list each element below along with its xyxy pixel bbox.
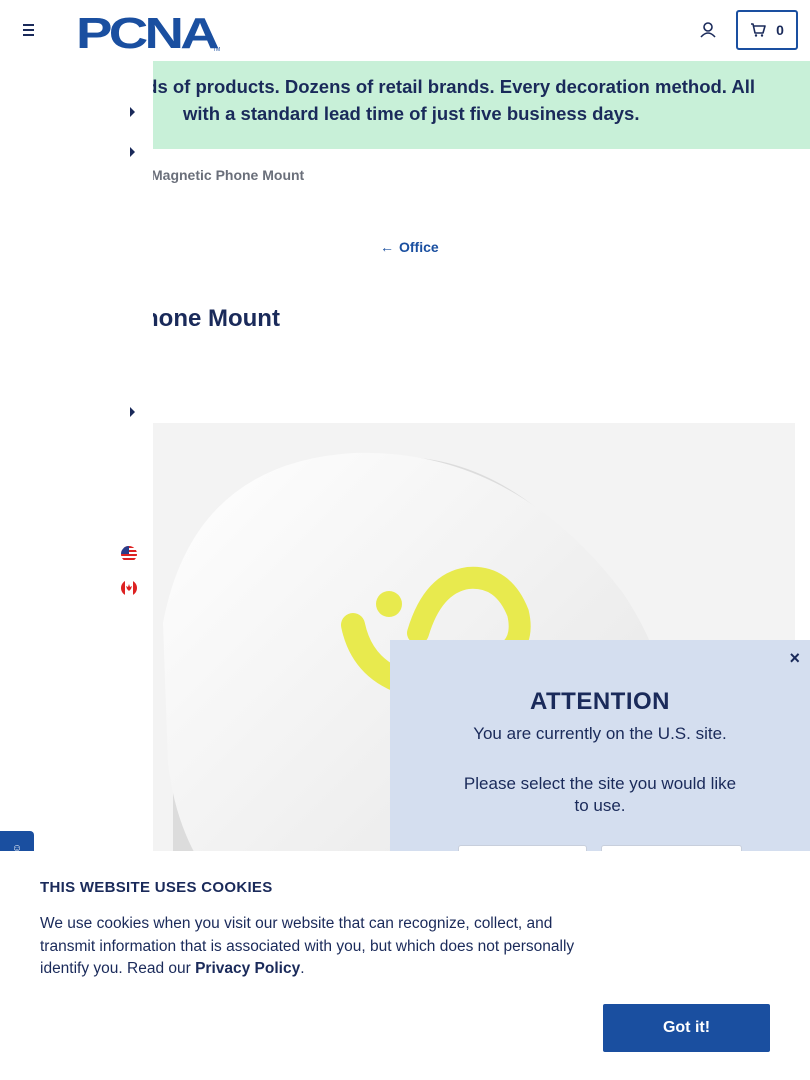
cart-count: 0 — [776, 22, 784, 38]
cookie-period: . — [300, 960, 305, 977]
privacy-policy-link[interactable]: Privacy Policy — [195, 960, 300, 977]
svg-text:TM: TM — [213, 47, 220, 52]
back-link-label: Office — [399, 239, 439, 255]
arrow-left-icon: ← — [380, 239, 394, 255]
cart-icon — [751, 23, 766, 37]
banner-line-2: with a standard lead time of just five b… — [183, 103, 640, 124]
product-title: hone Mount — [144, 305, 280, 332]
caret-right-icon[interactable] — [130, 407, 136, 417]
cart-button[interactable]: 0 — [736, 10, 798, 50]
back-to-office-link[interactable]: ← Office — [380, 239, 439, 255]
select-site-prompt: Please select the site you would like to… — [463, 774, 737, 815]
breadcrumb-current[interactable]: Magnetic Phone Mount — [151, 167, 304, 183]
cookie-banner: THIS WEBSITE USES COOKIES We use cookies… — [0, 851, 810, 1080]
cookie-text: We use cookies when you visit our websit… — [40, 913, 600, 981]
cookie-body: We use cookies when you visit our websit… — [40, 915, 575, 977]
current-site-text: You are currently on the U.S. site. — [473, 724, 727, 743]
accept-cookies-button[interactable]: Got it! — [603, 1004, 770, 1052]
hamburger-icon[interactable] — [17, 19, 39, 41]
svg-text:PCNA: PCNA — [76, 10, 219, 52]
us-flag-icon[interactable] — [121, 546, 137, 562]
pcna-logo[interactable]: PCNA TM — [76, 10, 224, 52]
site-header: PCNA TM 0 — [0, 0, 810, 61]
caret-right-icon[interactable] — [130, 147, 136, 157]
user-icon[interactable] — [698, 20, 718, 40]
canada-flag-icon[interactable] — [121, 580, 137, 596]
cookie-title: THIS WEBSITE USES COOKIES — [40, 879, 273, 896]
modal-title: ATTENTION — [529, 688, 671, 715]
close-icon[interactable]: × — [789, 649, 800, 667]
caret-right-icon[interactable] — [130, 107, 136, 117]
